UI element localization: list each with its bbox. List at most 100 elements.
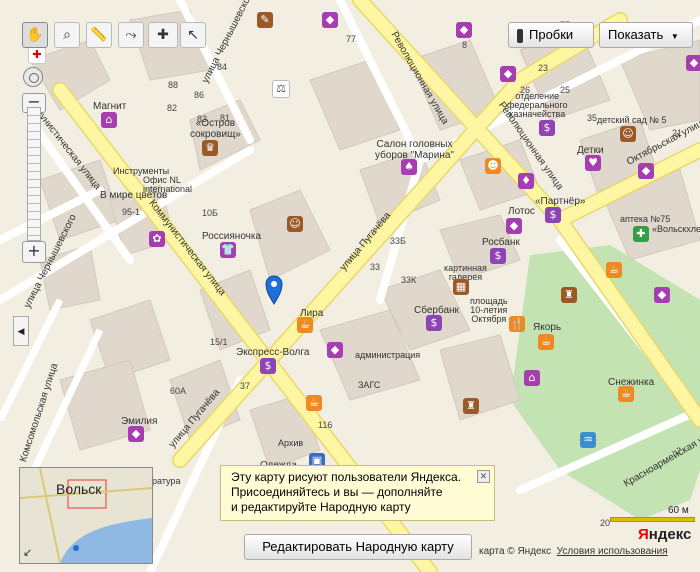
- house-number: 116: [318, 420, 333, 430]
- shop-icon[interactable]: ◆: [654, 287, 670, 303]
- cafe-icon[interactable]: ☕: [618, 386, 634, 402]
- bank-icon[interactable]: $: [426, 315, 442, 331]
- house-number: 8: [462, 40, 468, 50]
- house-number: 33: [370, 262, 381, 272]
- jewelry-shop-icon[interactable]: ♦: [518, 173, 534, 189]
- close-icon: ✕: [479, 471, 488, 481]
- shop-icon[interactable]: ⌂: [101, 112, 117, 128]
- zoom-control: − +: [22, 65, 46, 265]
- zoom-area-tool-button[interactable]: ⌕: [54, 22, 80, 48]
- hat-shop-icon[interactable]: ♠: [401, 159, 417, 175]
- yandex-logo[interactable]: Яндекс: [638, 526, 691, 543]
- place-label-ratura: ратура: [152, 476, 181, 486]
- place-label-otdelenie-3: казначейства: [509, 109, 566, 119]
- traffic-light-icon: [517, 28, 523, 43]
- cafe-icon[interactable]: ☕: [606, 262, 622, 278]
- minimap-expand-icon[interactable]: ↙: [23, 546, 32, 559]
- zoom-slider-handle[interactable]: [23, 67, 43, 87]
- house-number: 10Б: [202, 208, 218, 218]
- plus-icon: +: [27, 241, 41, 260]
- add-placemark-tool-button[interactable]: ✚: [148, 22, 178, 48]
- jewelry-icon[interactable]: ♛: [202, 140, 218, 156]
- bank-icon[interactable]: $: [260, 358, 276, 374]
- cafe-icon[interactable]: ☕: [538, 334, 554, 350]
- house-number: 60А: [170, 386, 187, 396]
- ruler-tool-button[interactable]: 📏: [86, 22, 112, 48]
- house-number: 84: [217, 62, 228, 72]
- popup-close-button[interactable]: ✕: [477, 470, 490, 483]
- flower-shop-icon[interactable]: ✿: [149, 231, 165, 247]
- collapse-panel-button[interactable]: ◀: [13, 316, 29, 346]
- popup-line-3: и редактируйте Народную карту: [231, 500, 411, 514]
- select-tool-button[interactable]: ↖: [180, 22, 206, 48]
- house-number: 86: [194, 90, 205, 100]
- shop-icon[interactable]: ◆: [506, 218, 522, 234]
- zoom-in-button[interactable]: +: [22, 241, 46, 263]
- route-icon: ⤳: [125, 27, 137, 43]
- house-number: 88: [168, 80, 179, 90]
- fountain-icon[interactable]: ♒: [580, 432, 596, 448]
- kindergarten-icon[interactable]: ☺: [620, 126, 636, 142]
- scale-label: 60 м: [668, 505, 689, 516]
- cafe-icon[interactable]: ☕: [306, 395, 322, 411]
- house-number: 2: [676, 446, 682, 456]
- place-label-ekspress-volga: Экспресс-Волга: [236, 347, 310, 358]
- popup-line-1: Эту карту рисуют пользователи Яндекса.: [231, 470, 461, 484]
- edit-people-map-button[interactable]: Редактировать Народную карту: [244, 534, 472, 560]
- hand-tool-button[interactable]: ✋: [22, 22, 48, 48]
- supermarket-icon[interactable]: ⌂: [524, 370, 540, 386]
- zoom-scale[interactable]: [27, 107, 41, 241]
- shop-icon[interactable]: ◆: [128, 426, 144, 442]
- shop-icon[interactable]: ◆: [456, 22, 472, 38]
- school-icon[interactable]: ✎: [257, 12, 273, 28]
- scale-bar: [610, 517, 695, 522]
- restaurant-icon[interactable]: 🍴: [509, 316, 525, 332]
- place-label-partner: «Партнёр»: [535, 196, 586, 207]
- place-label-ostrov-2: сокровищ»: [190, 129, 241, 140]
- place-label-v-mire-tsvetov: В мире цветов: [100, 190, 168, 201]
- shop-icon[interactable]: ◆: [327, 342, 343, 358]
- court-icon[interactable]: ⚖: [272, 80, 290, 98]
- shop-icon[interactable]: ◆: [322, 12, 338, 28]
- bank-icon[interactable]: $: [539, 120, 555, 136]
- traffic-button[interactable]: Пробки: [508, 22, 594, 48]
- route-tool-button[interactable]: ⤳: [118, 22, 144, 48]
- kids-icon[interactable]: ☺: [287, 216, 303, 232]
- kids-shop-icon[interactable]: ♥: [585, 155, 601, 171]
- house-number: 82: [167, 103, 178, 113]
- place-label-yakor: Якорь: [533, 322, 562, 333]
- theatre-icon[interactable]: ☻: [485, 158, 501, 174]
- pharmacy-icon[interactable]: ✚: [28, 46, 46, 64]
- place-label-arkhiv: Архив: [278, 438, 304, 448]
- pharmacy-icon[interactable]: ✚: [633, 226, 649, 242]
- popup-line-2: Присоединяйтесь и вы — дополняйте: [231, 485, 443, 499]
- magnifier-icon: ⌕: [63, 27, 71, 43]
- bank-icon[interactable]: $: [545, 207, 561, 223]
- cafe-icon[interactable]: ☕: [297, 317, 313, 333]
- place-label-zags: ЗАГС: [358, 380, 381, 390]
- placemark-icon: ✚: [157, 27, 169, 43]
- clothes-shop-icon[interactable]: 👕: [220, 242, 236, 258]
- people-map-popup: Эту карту рисуют пользователи Яндекса. П…: [220, 465, 495, 521]
- place-label-salon: Салон головных уборов "Марина": [375, 139, 454, 161]
- place-label-ploshad: площадь 10-летия Октября: [470, 297, 508, 324]
- house-number: 26: [520, 85, 531, 95]
- bank-icon[interactable]: $: [490, 248, 506, 264]
- gallery-icon[interactable]: ▦: [453, 279, 469, 295]
- shop-icon[interactable]: ◆: [638, 163, 654, 179]
- house-number: 23: [538, 63, 549, 73]
- house-number: 15/1: [210, 337, 228, 347]
- logo-letter: Я: [638, 526, 649, 543]
- place-label-detsky-sad: детский сад № 5: [597, 115, 667, 125]
- place-label-rosbank: Росбанк: [482, 237, 520, 248]
- house-number: 21: [672, 128, 683, 138]
- shop-icon[interactable]: ◆: [686, 55, 700, 71]
- minimap[interactable]: Вольск ↙: [19, 467, 153, 564]
- terms-of-use-link[interactable]: Условия использования: [557, 546, 668, 557]
- chevron-down-icon: ▼: [670, 32, 679, 41]
- show-layers-button[interactable]: Показать ▼: [599, 22, 693, 48]
- monument-icon[interactable]: ♜: [463, 398, 479, 414]
- place-label-ploshad-3: Октября: [471, 314, 507, 324]
- shop-icon[interactable]: ◆: [500, 66, 516, 82]
- monument-icon[interactable]: ♜: [561, 287, 577, 303]
